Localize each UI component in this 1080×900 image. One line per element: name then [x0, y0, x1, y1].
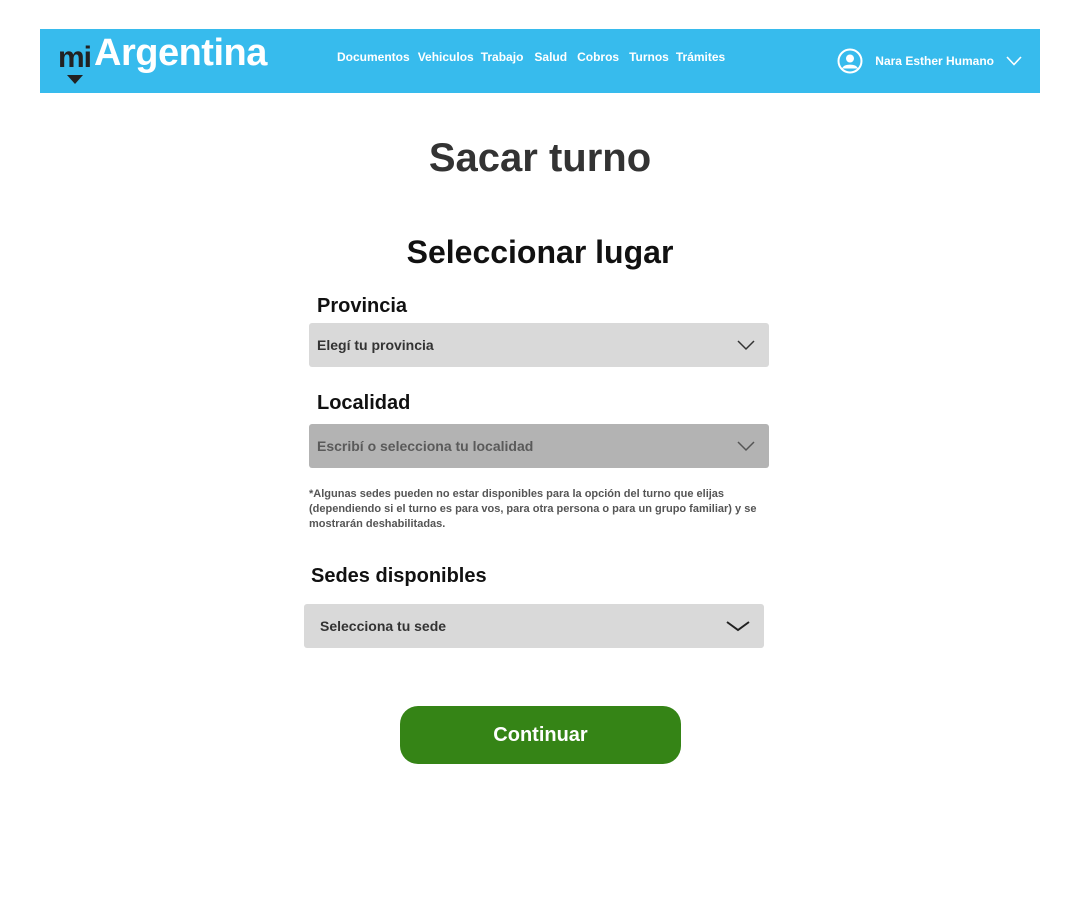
sede-select[interactable]: Selecciona tu sede — [304, 604, 764, 648]
continue-button[interactable]: Continuar — [400, 706, 681, 764]
section-title: Seleccionar lugar — [406, 234, 674, 270]
sedes-availability-note: *Algunas sedes pueden no estar disponibl… — [309, 488, 757, 530]
chevron-down-icon — [726, 621, 750, 632]
logo-mi-text: mi — [58, 41, 92, 74]
nav-item-cobros[interactable]: Cobros — [577, 50, 619, 64]
user-menu[interactable]: Nara Esther Humano — [837, 48, 1022, 74]
nav-item-trabajo[interactable]: Trabajo — [481, 50, 524, 64]
nav-item-tramites[interactable]: Trámites — [676, 50, 725, 64]
page-title: Sacar turno — [428, 136, 652, 180]
chevron-down-icon — [737, 441, 755, 452]
top-navbar: mi Argentina Documentos Vehiculos Trabaj… — [40, 29, 1040, 93]
user-circle-icon — [837, 48, 863, 74]
main-nav: Documentos Vehiculos Trabajo Salud Cobro… — [337, 50, 733, 64]
chevron-down-icon — [1006, 56, 1022, 66]
provincia-label: Provincia — [317, 295, 408, 317]
localidad-select[interactable]: Escribí o selecciona tu localidad — [309, 424, 769, 468]
localidad-placeholder: Escribí o selecciona tu localidad — [317, 438, 534, 454]
user-name: Nara Esther Humano — [875, 54, 994, 68]
localidad-label: Localidad — [317, 392, 411, 414]
nav-item-turnos[interactable]: Turnos — [629, 50, 669, 64]
chevron-down-icon — [737, 340, 755, 351]
nav-item-salud[interactable]: Salud — [534, 50, 567, 64]
sedes-label: Sedes disponibles — [311, 565, 487, 587]
sede-placeholder: Selecciona tu sede — [320, 618, 447, 634]
provincia-select[interactable]: Elegí tu provincia — [309, 323, 769, 367]
logo-argentina-text: Argentina — [94, 32, 267, 74]
logo-pin-icon — [67, 75, 83, 84]
nav-item-vehiculos[interactable]: Vehiculos — [418, 50, 474, 64]
provincia-placeholder: Elegí tu provincia — [317, 337, 434, 353]
nav-item-documentos[interactable]: Documentos — [337, 50, 410, 64]
